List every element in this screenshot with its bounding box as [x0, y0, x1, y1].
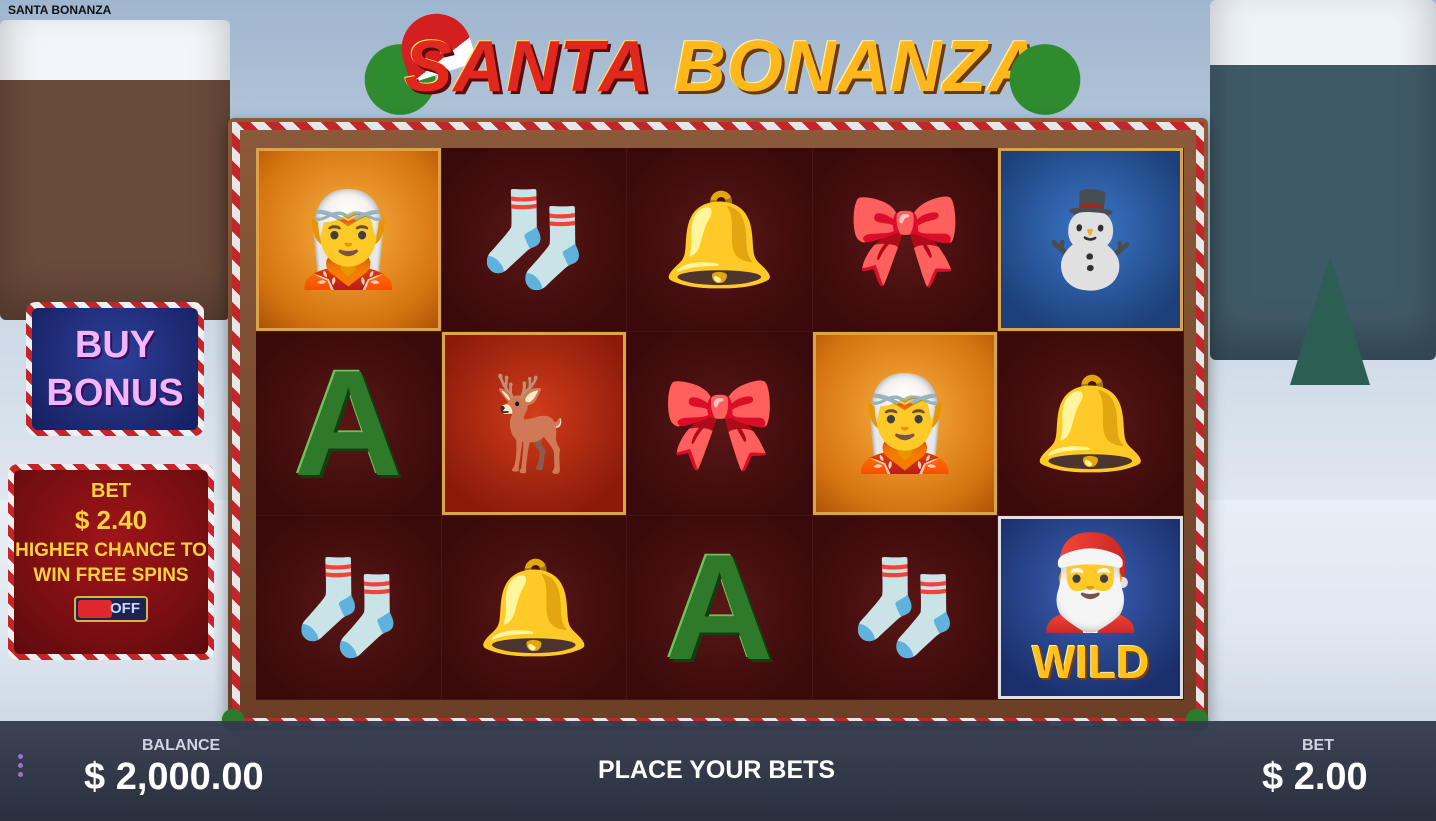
ante-bet-amount: $ 2.40: [74, 505, 148, 535]
symbol-bow: 🎀: [812, 148, 999, 332]
buy-bonus-line1: BUY: [74, 324, 156, 366]
window-title: SANTA BONANZA: [8, 3, 112, 17]
bet-label: BET: [1302, 737, 1334, 754]
wild-label: WILD: [1031, 636, 1150, 688]
ante-bet-label: BET: [91, 480, 131, 502]
symbol-stocking: 🧦: [812, 516, 999, 700]
buy-bonus-line2: BONUS: [46, 372, 184, 414]
holly-icon: [1005, 30, 1085, 120]
stocking-icon: 🧦: [847, 553, 963, 661]
symbol-bell: 🔔: [627, 148, 813, 332]
bet-value[interactable]: $ 2.00: [1262, 756, 1368, 799]
toggle-state-label: OFF: [110, 600, 140, 617]
balance-value: $ 2,000.00: [84, 756, 264, 798]
letter-a-icon: A: [294, 339, 403, 507]
ante-bet-description: HIGHER CHANCE TO WIN FREE SPINS: [15, 540, 207, 586]
symbol-elf: 🧝: [256, 148, 442, 332]
symbol-elf: 🧝: [812, 332, 999, 516]
symbol-bell: 🔔: [441, 516, 628, 700]
symbol-stocking: 🧦: [256, 516, 442, 700]
bell-icon: 🔔: [662, 185, 777, 293]
bow-icon: 🎀: [847, 185, 963, 293]
stocking-icon: 🧦: [291, 553, 406, 661]
logo-word-bonanza: BONANZA: [673, 27, 1041, 107]
symbol-santa-wild: 🎅 WILD: [998, 516, 1184, 700]
toggle-knob: [78, 600, 112, 618]
stocking-icon: 🧦: [476, 185, 592, 293]
ante-bet-panel: BET $ 2.40 HIGHER CHANCE TO WIN FREE SPI…: [8, 464, 214, 660]
santa-icon: 🎅: [1033, 528, 1148, 636]
logo-word-santa: SANTA: [404, 27, 652, 107]
reel-grid: 🧝 🧦 🔔 🎀 ⛄ A 🦌 🎀 🧝 🔔 🧦 🔔 A 🧦 🎅 WILD: [256, 148, 1184, 700]
bow-icon: 🎀: [662, 369, 777, 477]
symbol-letter-a: A: [627, 516, 813, 700]
bell-icon: 🔔: [476, 553, 592, 661]
symbol-bell: 🔔: [998, 332, 1184, 516]
game-logo: SANTA BONANZA: [360, 4, 1085, 126]
buy-bonus-button[interactable]: BUY BONUS: [26, 302, 204, 436]
balance-label: BALANCE: [142, 737, 221, 754]
symbol-stocking: 🧦: [441, 148, 628, 332]
snowman-icon: ⛄: [1033, 185, 1148, 293]
symbol-snowman: ⛄: [998, 148, 1184, 332]
symbol-letter-a: A: [256, 332, 442, 516]
background-tree: [1290, 255, 1370, 385]
status-message: PLACE YOUR BETS: [598, 756, 836, 784]
letter-a-icon: A: [665, 523, 774, 691]
elf-icon: 🧝: [847, 369, 963, 477]
background-house-left: [0, 20, 230, 320]
elf-icon: 🧝: [291, 185, 406, 293]
reindeer-icon: 🦌: [476, 369, 592, 477]
symbol-reindeer: 🦌: [441, 332, 628, 516]
bell-icon: 🔔: [1033, 369, 1148, 477]
menu-dots-icon[interactable]: [18, 754, 26, 777]
ante-bet-toggle[interactable]: OFF: [74, 596, 148, 622]
symbol-bow: 🎀: [627, 332, 813, 516]
